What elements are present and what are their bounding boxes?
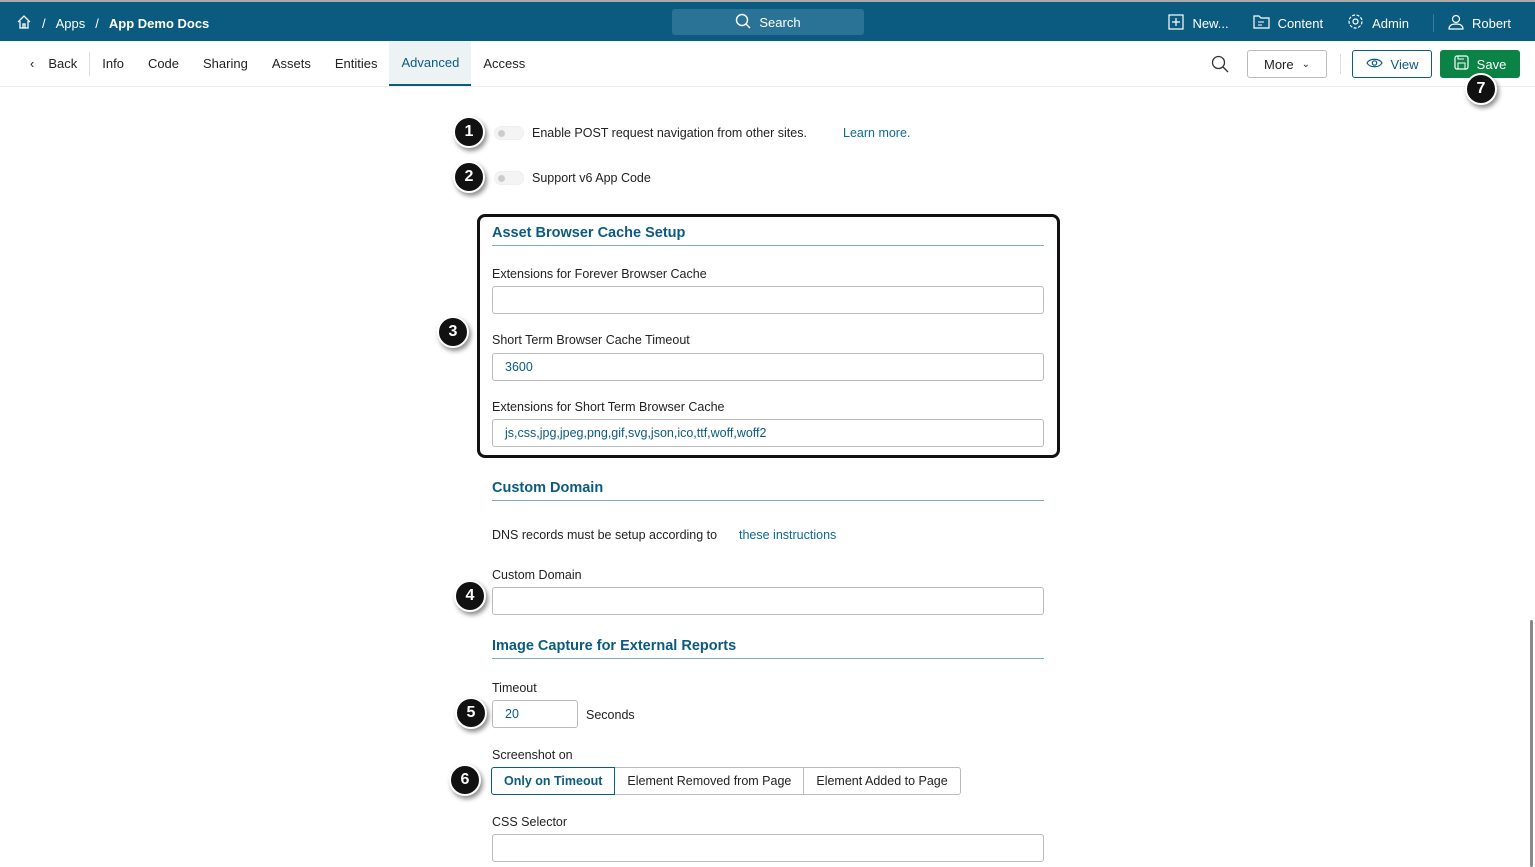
seconds-label: Seconds	[586, 708, 635, 722]
custom-domain-label: Custom Domain	[492, 568, 582, 582]
search-icon[interactable]	[1211, 55, 1229, 76]
chevron-down-icon: ⌄	[1301, 58, 1310, 70]
folder-icon	[1252, 14, 1270, 32]
v6-app-code-label: Support v6 App Code	[532, 171, 651, 185]
tab-assets[interactable]: Assets	[260, 41, 323, 86]
back-button[interactable]: ‹ Back	[0, 51, 91, 76]
top-bar: / Apps / App Demo Docs Search New... Conte…	[0, 0, 1535, 41]
learn-more-link[interactable]: Learn more.	[843, 126, 910, 140]
cache-timeout-label: Short Term Browser Cache Timeout	[492, 333, 690, 347]
callout-5: 5	[455, 697, 487, 729]
forever-cache-label: Extensions for Forever Browser Cache	[492, 267, 707, 281]
dns-text: DNS records must be setup according to	[492, 528, 718, 542]
option-only-on-timeout[interactable]: Only on Timeout	[491, 767, 616, 795]
callout-7: 7	[1465, 73, 1497, 105]
tab-entities[interactable]: Entities	[323, 41, 390, 86]
callout-4: 4	[454, 580, 486, 612]
v6-app-code-toggle[interactable]	[494, 171, 524, 185]
screenshot-on-label: Screenshot on	[492, 748, 573, 762]
short-cache-input[interactable]: js,css,jpg,jpeg,png,gif,svg,json,ico,ttf…	[492, 419, 1044, 447]
callout-1: 1	[453, 116, 485, 148]
breadcrumb: / Apps / App Demo Docs	[16, 14, 209, 33]
callout-6: 6	[449, 764, 481, 796]
tab-advanced[interactable]: Advanced	[389, 41, 472, 86]
home-icon[interactable]	[16, 14, 32, 33]
post-navigation-toggle[interactable]	[494, 126, 524, 140]
image-capture-title: Image Capture for External Reports	[492, 638, 1044, 659]
view-button[interactable]: View	[1352, 50, 1432, 78]
tab-info[interactable]: Info	[90, 41, 136, 86]
new-button[interactable]: New...	[1168, 13, 1229, 33]
search-icon	[735, 13, 751, 32]
custom-domain-title: Custom Domain	[492, 480, 1044, 501]
breadcrumb-current[interactable]: App Demo Docs	[109, 16, 209, 31]
css-selector-input[interactable]	[492, 834, 1044, 862]
plus-square-icon	[1168, 13, 1185, 33]
user-icon	[1448, 14, 1464, 33]
save-icon	[1454, 55, 1469, 73]
short-cache-label: Extensions for Short Term Browser Cache	[492, 400, 725, 414]
content-button[interactable]: Content	[1252, 14, 1323, 32]
option-element-added[interactable]: Element Added to Page	[803, 767, 961, 795]
css-selector-label: CSS Selector	[492, 815, 568, 829]
gear-icon	[1347, 13, 1364, 33]
tab-access[interactable]: Access	[471, 41, 537, 86]
cache-section-title: Asset Browser Cache Setup	[492, 225, 1044, 246]
search-button[interactable]: Search	[672, 9, 864, 35]
timeout-label: Timeout	[492, 681, 537, 695]
timeout-input[interactable]: 20	[492, 700, 578, 728]
breadcrumb-apps[interactable]: Apps	[56, 16, 86, 31]
custom-domain-input[interactable]	[492, 587, 1044, 615]
scrollbar[interactable]	[1530, 620, 1533, 867]
user-menu[interactable]: Robert	[1448, 14, 1511, 33]
post-navigation-label: Enable POST request navigation from othe…	[532, 126, 807, 140]
screenshot-on-segmented: Only on Timeout Element Removed from Pag…	[491, 767, 961, 795]
chevron-left-icon: ‹	[30, 56, 35, 71]
forever-cache-input[interactable]	[492, 286, 1044, 314]
cache-timeout-input[interactable]: 3600	[492, 353, 1044, 381]
more-dropdown[interactable]: More ⌄	[1247, 50, 1327, 78]
dns-instructions-link[interactable]: these instructions	[739, 528, 836, 542]
option-element-removed[interactable]: Element Removed from Page	[614, 767, 805, 795]
tab-code[interactable]: Code	[136, 41, 191, 86]
callout-2: 2	[453, 161, 485, 193]
eye-icon	[1365, 57, 1383, 72]
admin-button[interactable]: Admin	[1347, 13, 1409, 33]
callout-3: 3	[437, 316, 469, 348]
tab-sharing[interactable]: Sharing	[191, 41, 260, 86]
